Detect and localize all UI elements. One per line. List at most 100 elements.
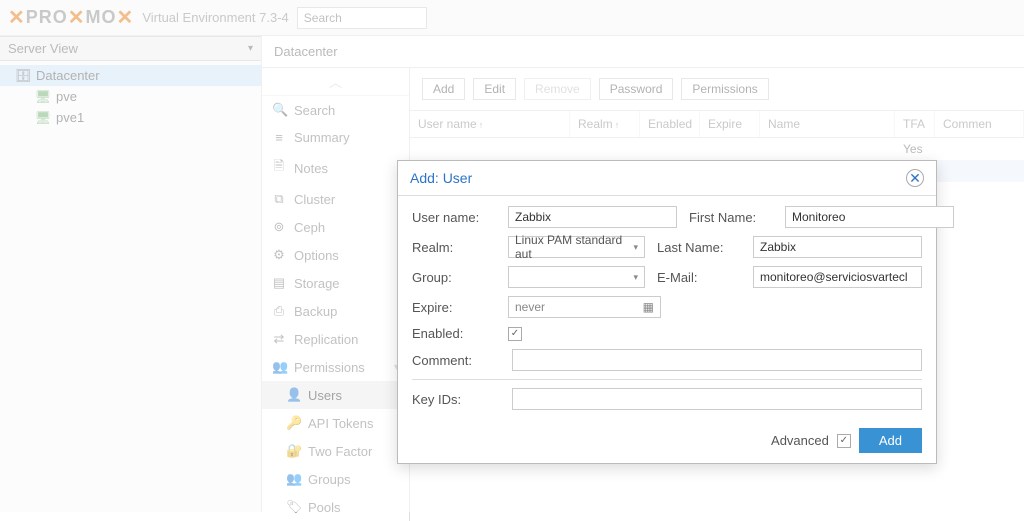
server-view-label: Server View (8, 41, 78, 56)
dialog-titlebar: Add: User ✕ (398, 161, 936, 196)
tree-node-label: pve (56, 89, 77, 104)
collapse-icon[interactable]: ︿ (262, 68, 409, 96)
summary-icon: ≡ (272, 130, 286, 145)
sidebar-item-label: Ceph (294, 220, 325, 235)
sidebar-backup[interactable]: ⎙ Backup (262, 297, 409, 325)
sidebar-replication[interactable]: ⇄ Replication (262, 325, 409, 353)
key-icon: 🔑 (286, 415, 300, 431)
top-header: ✕ PRO ✕ MO ✕ Virtual Environment 7.3-4 (0, 0, 1024, 36)
sidebar-ceph[interactable]: ⊚ Ceph (262, 213, 409, 241)
sidebar-cluster[interactable]: ⧉ Cluster (262, 185, 409, 213)
username-label: User name: (412, 210, 502, 225)
logo-x3-icon: ✕ (117, 5, 135, 30)
sidebar-item-label: Storage (294, 276, 340, 291)
sidebar-item-label: Two Factor (308, 444, 372, 459)
grid-header: User name↑ Realm↑ Enabled Expire Name TF… (410, 110, 1024, 138)
add-button[interactable]: Add (422, 78, 465, 100)
replication-icon: ⇄ (272, 331, 286, 347)
edit-button[interactable]: Edit (473, 78, 516, 100)
sidebar-item-label: Users (308, 388, 342, 403)
chevron-down-icon: ▾ (633, 242, 638, 253)
add-button[interactable]: Add (859, 428, 922, 453)
close-icon: ✕ (909, 170, 921, 187)
advanced-label: Advanced (771, 433, 829, 448)
sidebar-item-label: Notes (294, 161, 328, 176)
comment-input[interactable] (512, 349, 922, 371)
sidebar-users[interactable]: 👤Users (262, 381, 409, 409)
tree-node-pve[interactable]: 🖥 pve (0, 86, 261, 107)
enabled-label: Enabled: (412, 326, 502, 341)
search-input[interactable] (297, 7, 427, 29)
advanced-checkbox[interactable]: ✓ (837, 434, 851, 448)
cluster-icon: ⧉ (272, 191, 286, 207)
email-input[interactable] (753, 266, 922, 288)
node-icon: 🖥 (36, 111, 50, 125)
keyids-label: Key IDs: (412, 392, 500, 407)
sidebar-item-label: Permissions (294, 360, 365, 375)
logo-mo: MO (86, 7, 117, 28)
col-name[interactable]: Name (760, 111, 895, 137)
tree-node-pve1[interactable]: 🖥 pve1 (0, 107, 261, 128)
sidebar-two-factor[interactable]: 🔐 Two Factor (262, 437, 409, 465)
col-realm[interactable]: Realm↑ (570, 111, 640, 137)
lastname-input[interactable] (753, 236, 922, 258)
sidebar-groups[interactable]: 👥Groups (262, 465, 409, 493)
tfa-cell: Yes (895, 138, 935, 160)
realm-label: Realm: (412, 240, 502, 255)
comment-label: Comment: (412, 353, 500, 368)
tree-node-label: pve1 (56, 110, 84, 125)
permissions-button[interactable]: Permissions (681, 78, 768, 100)
tag-icon: 🏷 (286, 499, 300, 515)
password-button[interactable]: Password (599, 78, 674, 100)
storage-icon: ▤ (272, 275, 286, 291)
sidebar-permissions[interactable]: 👥Permissions▾ (262, 353, 409, 381)
sidebar-item-label: API Tokens (308, 416, 374, 431)
sidebar-item-label: Groups (308, 472, 351, 487)
node-icon: 🖥 (36, 90, 50, 104)
chevron-down-icon: ▾ (248, 43, 253, 54)
sidebar-options[interactable]: ⚙Options (262, 241, 409, 269)
chevron-down-icon: ▾ (633, 272, 638, 283)
server-view-header[interactable]: Server View ▾ (0, 36, 261, 61)
firstname-input[interactable] (785, 206, 954, 228)
enabled-checkbox[interactable]: ✓ (508, 327, 522, 341)
sidebar-api-tokens[interactable]: 🔑 API Tokens (262, 409, 409, 437)
tree-datacenter[interactable]: 🗄 Datacenter (0, 65, 261, 86)
ceph-icon: ⊚ (272, 219, 286, 235)
lock-icon: 🔐 (286, 443, 300, 459)
username-input[interactable] (508, 206, 677, 228)
expire-label: Expire: (412, 300, 502, 315)
col-tfa[interactable]: TFA (895, 111, 935, 137)
close-button[interactable]: ✕ (906, 169, 924, 187)
sidebar-item-label: Cluster (294, 192, 335, 207)
sidebar-item-label: Replication (294, 332, 358, 347)
realm-select[interactable]: Linux PAM standard aut▾ (508, 236, 645, 258)
search-icon: 🔍 (272, 102, 286, 118)
version-label: Virtual Environment 7.3-4 (142, 10, 288, 25)
email-label: E-Mail: (657, 270, 747, 285)
sidebar-summary[interactable]: ≡Summary (262, 124, 409, 151)
group-select[interactable]: ▾ (508, 266, 645, 288)
sidebar-storage[interactable]: ▤ Storage (262, 269, 409, 297)
sidebar-item-label: Backup (294, 304, 337, 319)
expire-input[interactable]: never▦ (508, 296, 661, 318)
col-user[interactable]: User name↑ (410, 111, 570, 137)
dialog-footer: Advanced ✓ Add (398, 418, 936, 463)
permissions-icon: 👥 (272, 359, 286, 375)
col-expire[interactable]: Expire (700, 111, 760, 137)
col-enabled[interactable]: Enabled (640, 111, 700, 137)
remove-button[interactable]: Remove (524, 78, 591, 100)
sidebar-search[interactable]: 🔍Search (262, 96, 409, 124)
table-row[interactable]: Yes (410, 138, 1024, 160)
keyids-input[interactable] (512, 388, 922, 410)
backup-icon: ⎙ (272, 303, 286, 319)
expire-value: never (515, 300, 545, 314)
firstname-label: First Name: (689, 210, 779, 225)
sort-up-icon: ↑ (479, 120, 484, 130)
col-comment[interactable]: Commen (935, 111, 1024, 137)
group-label: Group: (412, 270, 502, 285)
sidebar-item-label: Options (294, 248, 339, 263)
server-icon: 🗄 (16, 69, 30, 83)
sidebar-notes[interactable]: 🗎Notes (262, 151, 409, 185)
sidebar-pools[interactable]: 🏷Pools (262, 493, 409, 521)
